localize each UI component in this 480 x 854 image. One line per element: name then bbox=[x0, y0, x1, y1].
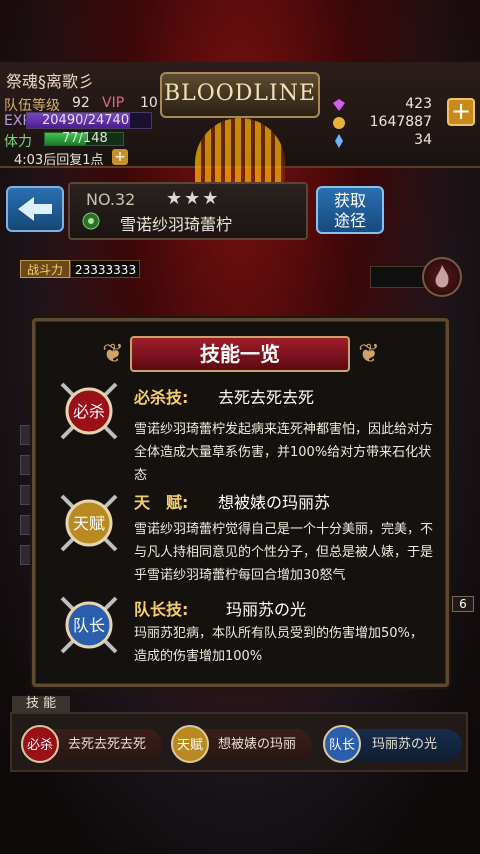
stamina-label: 体力 bbox=[4, 134, 32, 150]
awaken-button[interactable] bbox=[422, 257, 462, 297]
ultimate-skill-icon: 必杀 bbox=[60, 382, 118, 440]
gem-count: 423 bbox=[405, 96, 432, 112]
talent-chip-icon: 天赋 bbox=[171, 725, 209, 763]
character-number: NO.32 bbox=[86, 190, 136, 209]
skill-3-name: 玛丽苏の光 bbox=[226, 600, 307, 619]
level-bar bbox=[370, 266, 426, 288]
gem-icon bbox=[333, 99, 345, 111]
crystal-count: 34 bbox=[414, 132, 432, 148]
talent-skill-icon: 天赋 bbox=[60, 494, 118, 552]
back-button[interactable] bbox=[6, 186, 64, 232]
skill-section-label: 技 能 bbox=[12, 696, 70, 712]
leader-skill-icon: 队长 bbox=[60, 596, 118, 654]
skill-2-desc: 雪诺纱羽琦蕾柠觉得自己是一个十分美丽，完美，不与凡人持相同意见的个性分子，但总是… bbox=[134, 522, 434, 583]
skill-1-desc: 雪诺纱羽琦蕾柠发起病来连死神都害怕，因此给对方全体造成大量草系伤害，并100%给… bbox=[134, 422, 434, 483]
svg-text:天赋: 天赋 bbox=[177, 738, 203, 753]
ultimate-badge-text: 必杀 bbox=[73, 402, 105, 421]
skill-3-desc: 玛丽苏犯病，本队所有队员受到的伤害增加50%，造成的伤害增加100% bbox=[134, 626, 423, 664]
vip-label: VIP bbox=[102, 95, 125, 111]
power-label: 战斗力 bbox=[20, 260, 70, 278]
page-indicator[interactable]: 6 bbox=[452, 596, 474, 612]
talent-badge-text: 天赋 bbox=[73, 514, 105, 533]
skill-1-type: 必杀技: bbox=[134, 388, 189, 407]
power-value: 23333333 bbox=[70, 260, 140, 278]
vip-value: 10 bbox=[140, 95, 158, 111]
character-name: 雪诺纱羽琦蕾柠 bbox=[120, 215, 233, 234]
add-stamina-button[interactable]: + bbox=[112, 149, 128, 165]
skill-3-type: 队长技: bbox=[134, 600, 189, 619]
game-logo: BLOODLINE bbox=[160, 72, 320, 118]
buy-gems-button[interactable]: + bbox=[447, 98, 475, 126]
exp-value: 20490/24740 bbox=[42, 113, 130, 128]
team-level-value: 92 bbox=[72, 95, 90, 111]
gold-icon bbox=[333, 117, 345, 129]
skill-1-name: 去死去死去死 bbox=[218, 388, 315, 407]
stamina-value: 77/148 bbox=[62, 131, 108, 146]
ultimate-chip-icon: 必杀 bbox=[21, 725, 59, 763]
get-source-button[interactable]: 获取 途径 bbox=[316, 186, 384, 234]
recover-timer: 4:03后回复1点 bbox=[14, 153, 104, 168]
crystal-icon bbox=[335, 134, 343, 148]
leader-badge-text: 队长 bbox=[73, 616, 105, 635]
flame-icon bbox=[435, 265, 449, 288]
right-ornament-icon: ❦ bbox=[358, 339, 380, 369]
leader-chip-icon: 队长 bbox=[323, 725, 361, 763]
back-arrow-icon bbox=[18, 197, 52, 221]
grass-element-icon bbox=[82, 212, 100, 230]
get-source-line1: 获取 bbox=[333, 191, 366, 210]
skill-2-type: 天 赋: bbox=[134, 493, 189, 512]
gold-count: 1647887 bbox=[369, 114, 432, 130]
get-source-line2: 途径 bbox=[333, 211, 366, 230]
rarity-stars: ★★★ bbox=[166, 188, 221, 209]
player-name: 祭魂§离歌彡 bbox=[6, 72, 95, 91]
modal-title: 技能一览 bbox=[130, 336, 350, 372]
svg-text:必杀: 必杀 bbox=[27, 738, 53, 753]
svg-text:队长: 队长 bbox=[329, 738, 355, 753]
left-ornament-icon: ❦ bbox=[102, 339, 124, 369]
skill-2-name: 想被婊の玛丽苏 bbox=[218, 493, 331, 512]
